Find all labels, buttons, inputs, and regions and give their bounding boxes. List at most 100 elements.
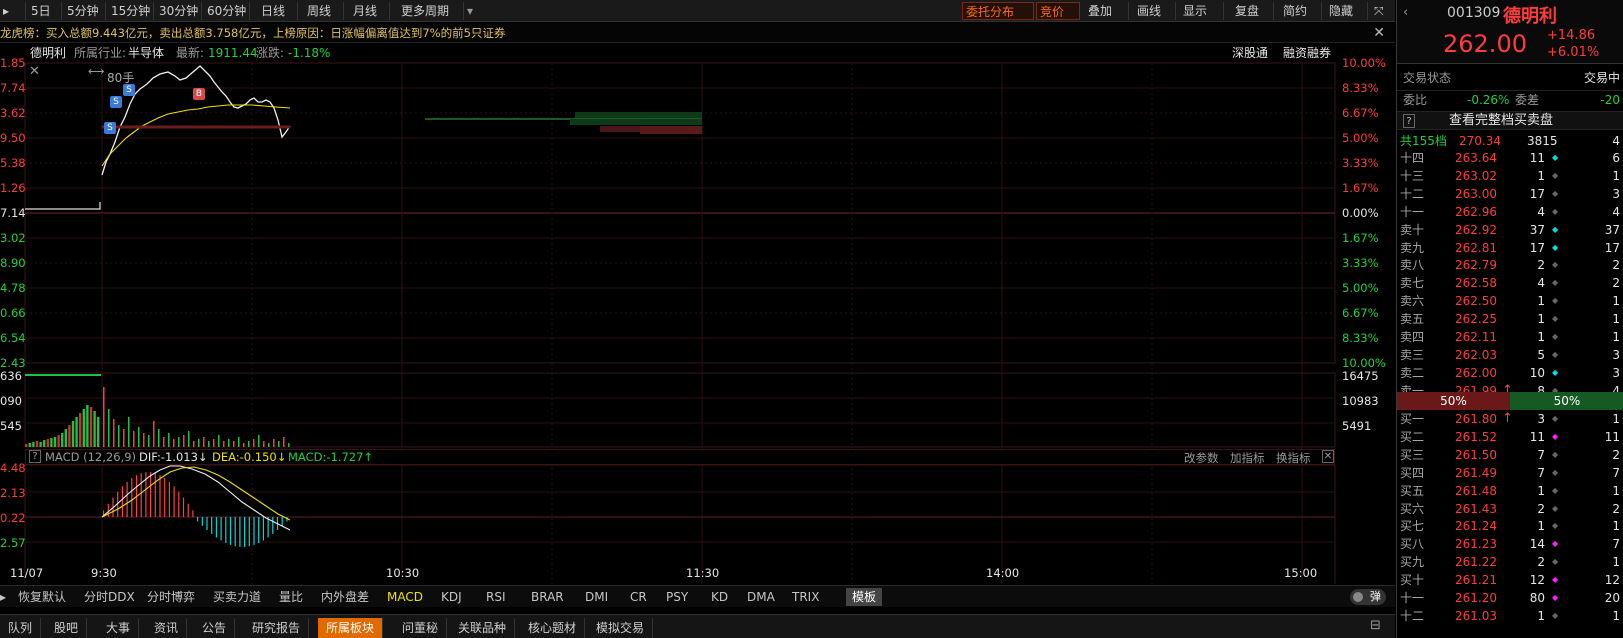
asks-row[interactable]: 卖七 262.58 4 ◆ 2 (1397, 274, 1623, 292)
bottom-tab-3[interactable]: 资讯 (146, 618, 188, 638)
asks-row[interactable]: 卖四 262.11 1 ◆ 1 (1397, 328, 1623, 346)
toolbar-item-partial[interactable]: ▸ (0, 2, 26, 20)
display-button[interactable]: 显示 (1180, 2, 1224, 20)
asks-row[interactable]: 十二 263.00 17 ◆ 3 (1397, 185, 1623, 203)
bids-row[interactable]: 买九 261.22 2 ◆ 1 (1397, 553, 1623, 571)
full-book-button[interactable]: ? 查看完整档买卖盘 (1397, 111, 1623, 130)
bids-row[interactable]: 买八 261.23 14 ◆ 7 (1397, 535, 1623, 553)
overlay-button[interactable]: 叠加 (1085, 2, 1129, 20)
asks-row[interactable]: 卖二 262.00 10 ◆ 3 (1397, 364, 1623, 382)
indicator-tab-3[interactable]: 买卖力道 (213, 588, 261, 606)
bids-row[interactable]: 买十 261.21 12 ◆ 12 (1397, 571, 1623, 589)
prev-stock-icon[interactable]: ‹ (1403, 5, 1408, 20)
asks-row[interactable]: 卖六 262.50 1 ◆ 1 (1397, 292, 1623, 310)
bids-row[interactable]: 买七 261.24 1 ◆ 1 (1397, 517, 1623, 535)
bottom-tab-6[interactable]: 所属板块 (318, 618, 384, 638)
bottom-tab-5[interactable]: 研究报告 (244, 618, 310, 638)
indicator-tab-10[interactable]: DMI (585, 588, 608, 606)
macd-add-indicator[interactable]: 加指标 (1230, 450, 1265, 466)
indicator-tab-5[interactable]: 内外盘差 (321, 588, 369, 606)
asks-row[interactable]: 卖五 262.25 1 ◆ 1 (1397, 310, 1623, 328)
period-60min[interactable]: 60分钟 (204, 2, 250, 20)
buy-marker[interactable]: B (193, 88, 205, 100)
indicator-tab-0[interactable]: 恢复默认 (18, 588, 66, 606)
indicator-tab-7[interactable]: KDJ (441, 588, 462, 606)
bottom-tab-2[interactable]: 大事 (98, 618, 140, 638)
indicator-tab-12[interactable]: PSY (666, 588, 688, 606)
bids-row[interactable]: 买五 261.48 1 ◆ 1 (1397, 482, 1623, 500)
bids-row[interactable]: 买二 261.52 11 ◆ 11 (1397, 428, 1623, 446)
indicator-tab-11[interactable]: CR (630, 588, 647, 606)
asks-row[interactable]: 卖八 262.79 2 ◆ 2 (1397, 256, 1623, 274)
indicator-tab-13[interactable]: KD (711, 588, 728, 606)
indicator-tab-16[interactable]: 模板 (846, 588, 883, 606)
indicator-tab-8[interactable]: RSI (486, 588, 506, 606)
macd-title[interactable]: MACD (12,26,9) (45, 450, 136, 464)
bottom-tab-4[interactable]: 公告 (194, 618, 236, 638)
asks-row[interactable]: 十三 263.02 1 ◆ 1 (1397, 167, 1623, 185)
sell-marker[interactable]: S (123, 84, 135, 96)
minimize-icon[interactable]: ⊟ (1370, 618, 1381, 633)
volume-bar (35, 441, 39, 447)
close-chart-icon[interactable]: ✕ (29, 64, 40, 79)
period-daily[interactable]: 日线 (258, 2, 298, 20)
bids-row[interactable]: 十一 261.20 80 ◆ 20 (1397, 589, 1623, 607)
period-15min[interactable]: 15分钟 (108, 2, 154, 20)
asks-row[interactable]: 十一 262.96 4 ◆ 4 (1397, 203, 1623, 221)
order-distribution-button[interactable]: 委托分布 (962, 2, 1034, 20)
bids-row[interactable]: 十二 261.03 1 ◆ 1 (1397, 607, 1623, 625)
expand-icon[interactable]: ⤧ (1371, 2, 1393, 20)
period-more[interactable]: 更多周期 (398, 2, 464, 20)
indicator-tab-9[interactable]: BRAR (531, 588, 564, 606)
draw-button[interactable]: 画线 (1134, 2, 1176, 20)
help-icon[interactable]: ? (29, 450, 41, 463)
period-5min[interactable]: 5分钟 (64, 2, 106, 20)
indicator-tab-6[interactable]: MACD (387, 588, 423, 606)
avg-price-line (101, 104, 291, 167)
bids-row[interactable]: 买六 261.43 2 ◆ 2 (1397, 500, 1623, 518)
period-monthly[interactable]: 月线 (350, 2, 390, 20)
close-icon[interactable]: ✕ (1373, 23, 1385, 43)
auction-button[interactable]: 竞价 (1036, 2, 1080, 20)
asks-row[interactable]: 卖九 262.81 17 ◆ 17 (1397, 239, 1623, 257)
macd-edit-params[interactable]: 改参数 (1184, 450, 1219, 466)
indicator-tab-1[interactable]: 分时DDX (84, 588, 135, 606)
bottom-tab-10[interactable]: 模拟交易 (588, 618, 654, 638)
bids-row[interactable]: 买一 261.80 ↑ 3 ◆ 1 (1397, 410, 1623, 428)
asks-row[interactable]: 卖十 262.92 37 ◆ 37 (1397, 221, 1623, 239)
bids-row[interactable]: 买四 261.49 7 ◆ 7 (1397, 464, 1623, 482)
expand-horizontal-icon[interactable]: ⟷ (88, 64, 105, 78)
margin-link[interactable]: 融资融券 (1283, 44, 1331, 62)
asks-row[interactable]: 十四 263.64 11 ◆ 6 (1397, 149, 1623, 167)
simple-button[interactable]: 简约 (1280, 2, 1322, 20)
replay-button[interactable]: 复盘 (1232, 2, 1274, 20)
bids-row[interactable]: 买三 261.50 7 ◆ 2 (1397, 446, 1623, 464)
intraday-chart[interactable] (0, 62, 1395, 584)
bottom-tab-8[interactable]: 关联品种 (450, 618, 516, 638)
macd-switch-indicator[interactable]: 换指标 (1276, 450, 1311, 466)
sell-marker[interactable]: S (110, 96, 122, 108)
bottom-tab-1[interactable]: 股吧 (46, 618, 88, 638)
macd-bar (248, 517, 250, 547)
sgt-link[interactable]: 深股通 (1232, 44, 1268, 62)
period-30min[interactable]: 30分钟 (156, 2, 202, 20)
asks-row[interactable]: 卖三 262.03 5 ◆ 3 (1397, 346, 1623, 364)
indicator-tab-14[interactable]: DMA (747, 588, 775, 606)
indicator-tab-15[interactable]: TRIX (792, 588, 819, 606)
indicator-tab-4[interactable]: 量比 (279, 588, 303, 606)
bottom-tab-9[interactable]: 核心题材 (520, 618, 586, 638)
volume-bar (93, 411, 96, 447)
hide-button[interactable]: 隐藏 (1326, 2, 1368, 20)
period-5day[interactable]: 5日 (28, 2, 62, 20)
asks-count: 2 (1612, 258, 1620, 273)
indicator-scroll-left[interactable]: ▸ (0, 588, 6, 606)
industry-value[interactable]: 半导体 (128, 44, 164, 62)
bottom-tab-7[interactable]: 问董秘 (394, 618, 448, 638)
volume-bar (153, 421, 155, 447)
bottom-tab-0[interactable]: 队列 (0, 618, 42, 638)
period-weekly[interactable]: 周线 (304, 2, 344, 20)
danmu-toggle[interactable]: 弹 (1350, 589, 1386, 605)
close-icon[interactable]: ✕ (1322, 450, 1334, 463)
indicator-tab-2[interactable]: 分时博弈 (147, 588, 195, 606)
sell-marker[interactable]: S (104, 122, 116, 134)
